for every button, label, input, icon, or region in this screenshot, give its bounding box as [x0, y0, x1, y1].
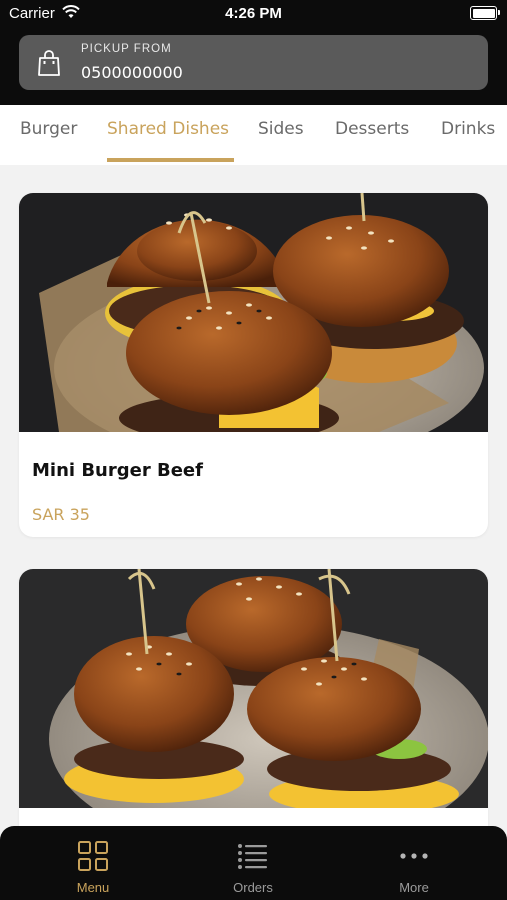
tab-burger[interactable]: Burger [20, 119, 77, 139]
pickup-selector[interactable]: PICKUP FROM 0500000000 [19, 35, 488, 90]
list-icon [237, 840, 269, 872]
shopping-bag-icon [37, 49, 61, 81]
tab-shared-dishes[interactable]: Shared Dishes [107, 119, 229, 139]
status-bar: Carrier 4:26 PM [0, 0, 507, 28]
grid-icon [77, 840, 109, 872]
nav-menu-label: Menu [76, 880, 110, 895]
battery-icon [470, 6, 500, 20]
nav-orders-label: Orders [233, 880, 273, 895]
category-tabs: Burger Shared Dishes Sides Desserts Drin… [0, 105, 507, 165]
dots-icon [398, 840, 430, 872]
tab-drinks[interactable]: Drinks [441, 119, 495, 139]
product-image [19, 569, 488, 808]
pickup-label: PICKUP FROM [81, 43, 172, 55]
tab-sides[interactable]: Sides [258, 119, 304, 139]
active-tab-indicator [107, 158, 234, 162]
pickup-phone: 0500000000 [81, 63, 183, 82]
app-header: Carrier 4:26 PM PICKUP FROM 0500000000 [0, 0, 507, 105]
nav-more-label: More [399, 880, 429, 895]
product-name: Mini Burger Beef [32, 460, 203, 481]
product-image [19, 193, 488, 432]
product-card[interactable]: Mini Burger Beef SAR 35 [19, 193, 488, 537]
bottom-navigation: Menu Orders More [0, 826, 507, 900]
product-price: SAR 35 [32, 505, 90, 524]
clock: 4:26 PM [225, 5, 282, 22]
tab-desserts[interactable]: Desserts [335, 119, 409, 139]
product-card[interactable] [19, 569, 488, 849]
